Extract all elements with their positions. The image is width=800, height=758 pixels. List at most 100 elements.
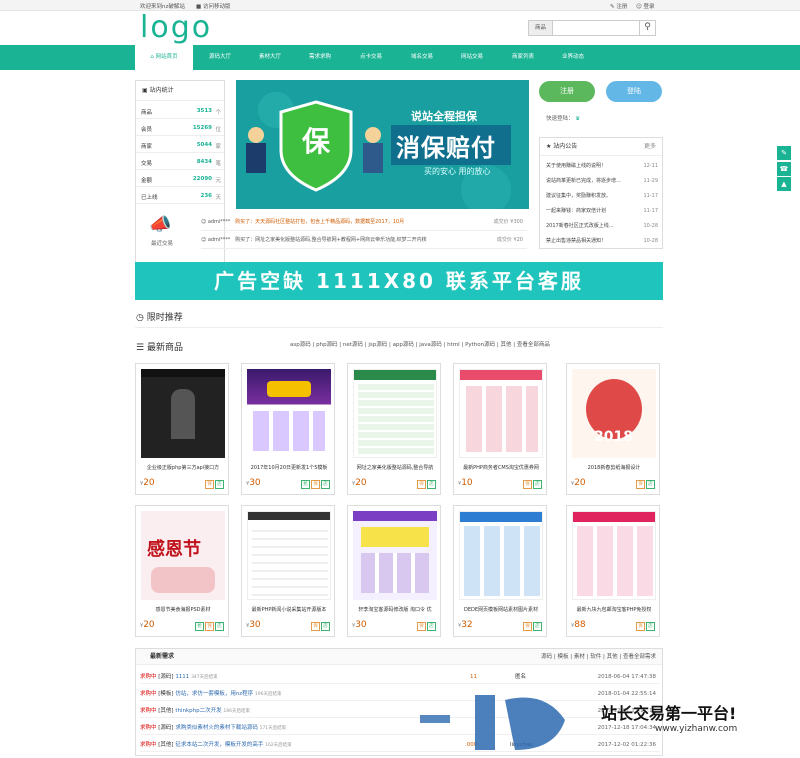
search-icon[interactable]: ⚲	[639, 21, 655, 35]
nav-merchant-list[interactable]: 商家列表	[503, 45, 543, 70]
login-button[interactable]: 登陆	[606, 81, 662, 102]
product-card[interactable]: 最新九块九包邮淘宝客PHP免授权 ¥88 保店	[566, 505, 660, 637]
nav-source-hall[interactable]: 源码大厅	[200, 45, 240, 70]
product-tags: 保店	[204, 480, 224, 489]
product-card[interactable]: DEDE网页模板网站素材图片素材 ¥32 保店	[453, 505, 547, 637]
req-cat-link[interactable]: 查看全部需求	[623, 654, 656, 660]
request-categories: 源码 | 模板 | 素材 | 软件 | 其他 | 查看全部需求	[541, 654, 656, 660]
product-card[interactable]: 2018 2018新春剪纸海报设计 ¥20 保店	[566, 363, 660, 495]
product-card[interactable]: 网址之家美化版整站源码,整合导航 ¥20 保店	[347, 363, 441, 495]
stat-row: 会员 15269 位	[136, 120, 224, 136]
notice-item[interactable]: 禁止出售违禁品相关通知！ 10-28	[546, 235, 658, 247]
recent-label: 最近交易	[151, 241, 174, 247]
req-cat-link[interactable]: 其他	[607, 654, 618, 660]
ad-banner[interactable]: 广告空缺 1111X80 联系平台客服	[135, 262, 663, 300]
nav-site-trade[interactable]: 网站交易	[452, 45, 492, 70]
cat-link[interactable]: java源码	[419, 342, 442, 348]
notice-item[interactable]: 建议征集中，奖励赚积发放。 11-17	[546, 190, 658, 202]
req-cat-link[interactable]: 素材	[574, 654, 585, 660]
product-name[interactable]: 最新九块九包邮淘宝客PHP免授权	[571, 606, 657, 613]
top-register-link[interactable]: ✎ 注册	[610, 2, 627, 10]
product-image[interactable]	[141, 369, 225, 458]
product-card[interactable]: 轩李淘宝客源码修改版 淘口令 优 ¥30 保店	[347, 505, 441, 637]
product-name[interactable]: 轩李淘宝客源码修改版 淘口令 优	[352, 606, 438, 613]
notice-panel: ★ 站内公告 更多 关于使用赚磁上线的说明！ 12-11 说站商革更新已完成，将逐步…	[539, 137, 663, 249]
nav-domain-trade[interactable]: 域名交易	[402, 45, 442, 70]
search-type-select[interactable]: 商品	[529, 21, 553, 35]
person-right-body	[363, 143, 383, 173]
nav-demand[interactable]: 需求求购	[300, 45, 340, 70]
welcome-text: 欢迎来到nz破解站	[140, 4, 185, 10]
trade-row[interactable]: ☺ admi**** 购买了：天天源码社区整站打包，包含上千精品源码，数据截至2…	[201, 214, 527, 231]
cat-link[interactable]: Python源码	[465, 342, 495, 348]
cat-link[interactable]: net源码	[343, 342, 363, 348]
cat-link[interactable]: app源码	[393, 342, 414, 348]
main-nav: ⌂ 网站首页 源码大厅 素材大厅 需求求购 点卡交易 域名交易 网站交易 商家列…	[0, 45, 800, 70]
service-icon[interactable]: ☎	[777, 162, 791, 176]
product-price: ¥32	[458, 620, 473, 630]
trade-row[interactable]: ☺ admi**** 购买了：网址之家美化版整站源码,整合导航网+教程网+网商云…	[201, 232, 527, 249]
product-tags: 保店	[635, 622, 655, 631]
req-cat-link[interactable]: 源码	[541, 654, 552, 660]
cat-link[interactable]: asp源码	[290, 342, 311, 348]
mobile-link[interactable]: ■ 访问移动版	[196, 2, 230, 10]
product-name[interactable]: 最新PHP商务者CMS淘宝优惠券网	[458, 464, 544, 471]
person-right-head	[365, 127, 381, 143]
nav-card-trade[interactable]: 点卡交易	[351, 45, 391, 70]
product-image[interactable]	[353, 369, 437, 458]
notice-more-link[interactable]: 更多	[644, 138, 656, 156]
hero-banner[interactable]: 保 说站全程担保 消保赔付 买的安心 用的放心	[236, 80, 529, 209]
product-card[interactable]: 感恩节 感恩节美食海报PSD素材 ¥20 抢保店	[135, 505, 229, 637]
product-card[interactable]: 2017年10月20日更新发1个5模板 ¥30 抢保店	[241, 363, 335, 495]
site-logo[interactable]: logo	[140, 12, 212, 44]
product-image[interactable]	[459, 369, 543, 458]
cat-link[interactable]: html	[447, 342, 460, 348]
watermark-brand: 站长交易第一平台!	[601, 704, 737, 723]
product-tags: 抢保店	[194, 622, 224, 631]
req-cat-link[interactable]: 模板	[557, 654, 568, 660]
register-button[interactable]: 注册	[539, 81, 595, 102]
nav-material-hall[interactable]: 素材大厅	[250, 45, 290, 70]
product-name[interactable]: 2018新春剪纸海报设计	[571, 464, 657, 471]
top-login-link[interactable]: ☺ 登录	[636, 2, 655, 10]
person-left-head	[248, 127, 264, 143]
product-image[interactable]	[459, 511, 543, 600]
product-name[interactable]: 网址之家美化版整站源码,整合导航	[352, 464, 438, 471]
watermark: 站长交易第一平台! www.yizhanw.com	[415, 690, 800, 756]
cat-link[interactable]: 查看全部商品	[517, 342, 550, 348]
product-image[interactable]	[353, 511, 437, 600]
product-name[interactable]: DEDE网页模板网站素材图片素材	[458, 606, 544, 613]
product-card[interactable]: 最新PHP商务者CMS淘宝优惠券网 ¥10 保店	[453, 363, 547, 495]
product-image[interactable]	[572, 511, 656, 600]
notice-item[interactable]: 2017新春社区正式改版上线... 10-28	[546, 220, 658, 232]
banner-line3: 买的安心 用的放心	[424, 167, 491, 176]
product-name[interactable]: 最新PHP新闻小说采集站开源版本	[246, 606, 332, 613]
product-image[interactable]	[247, 369, 331, 458]
product-name[interactable]: 2017年10月20日更新发1个5模板	[246, 464, 332, 471]
watermark-url: www.yizhanw.com	[655, 724, 738, 734]
cat-link[interactable]: jsp源码	[368, 342, 387, 348]
back-to-top-icon[interactable]: ▲	[777, 177, 791, 191]
stat-row: 交易 8434 笔	[136, 154, 224, 170]
product-card[interactable]: 企业级正版php第三方api接口方 ¥20 保店	[135, 363, 229, 495]
product-price: ¥20	[352, 478, 367, 488]
latest-title: ☰ 最新商品	[136, 343, 183, 353]
request-row[interactable]: 求购中 [源码] 1111 347天后结束 11 匿名 2018-06-04 17:4…	[140, 670, 660, 684]
notice-item[interactable]: 关于使用赚磁上线的说明！ 12-11	[546, 160, 658, 172]
notice-item[interactable]: 说站商革更新已完成，将逐步增... 11-29	[546, 175, 658, 187]
notice-item[interactable]: 一起来赚钱：商家双倍计划 11-17	[546, 205, 658, 217]
nav-industry-news[interactable]: 业界动态	[553, 45, 593, 70]
qq-icon[interactable]: ♛	[575, 116, 580, 122]
stats-title: ▣ 站内统计	[136, 81, 224, 101]
product-card[interactable]: 最新PHP新闻小说采集站开源版本 ¥30 保店	[241, 505, 335, 637]
edit-icon[interactable]: ✎	[777, 146, 791, 160]
cat-link[interactable]: php源码	[316, 342, 337, 348]
product-image[interactable]: 感恩节	[141, 511, 225, 600]
product-name[interactable]: 企业级正版php第三方api接口方	[140, 464, 226, 471]
product-image[interactable]: 2018	[572, 369, 656, 458]
product-name[interactable]: 感恩节美食海报PSD素材	[140, 606, 226, 613]
cat-link[interactable]: 其他	[501, 342, 512, 348]
nav-home[interactable]: ⌂ 网站首页	[135, 45, 193, 70]
req-cat-link[interactable]: 软件	[590, 654, 601, 660]
product-image[interactable]	[247, 511, 331, 600]
